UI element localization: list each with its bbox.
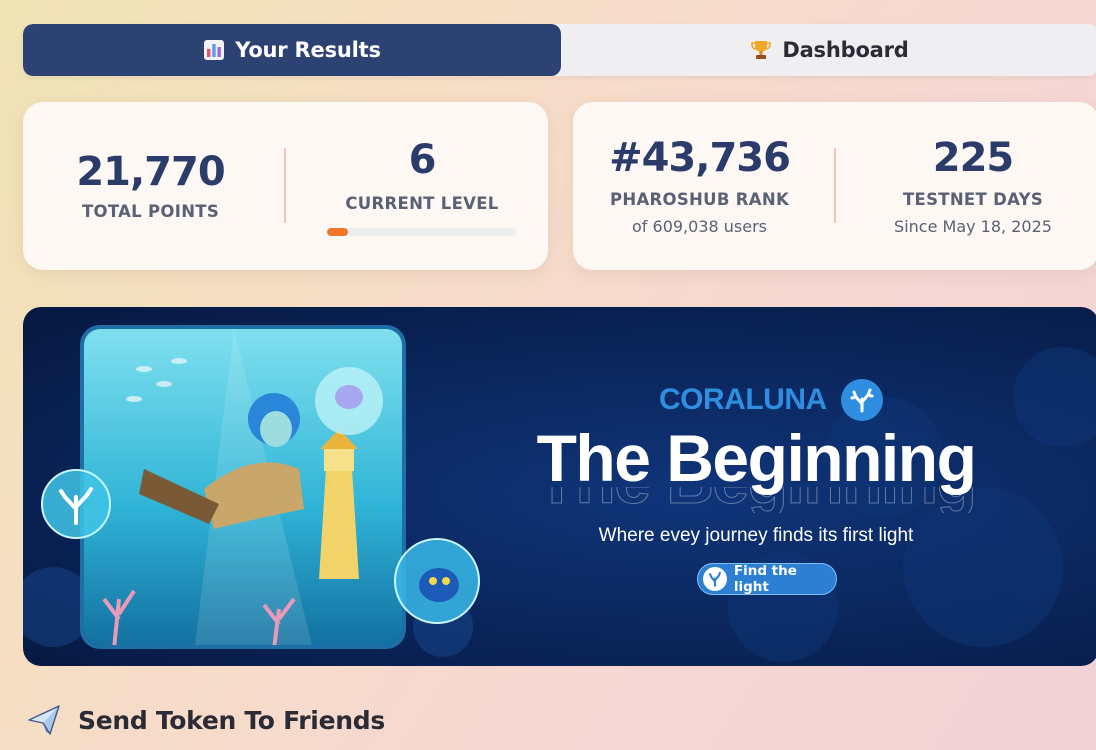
banner-tagline: Where evey journey finds its first light [598, 525, 914, 546]
coraluna-brand: CORALUNA [659, 379, 883, 421]
total-points-stat: 21,770 TOTAL POINTS [63, 152, 238, 221]
promo-banner[interactable]: CORALUNA The Beginning The Beginning Whe… [23, 307, 1096, 666]
tab-dashboard[interactable]: Dashboard [561, 24, 1096, 76]
rank-sub: of 609,038 users [632, 217, 767, 236]
rank-value: #43,736 [609, 135, 791, 181]
paper-plane-icon [28, 705, 60, 735]
brand-name: CORALUNA [659, 383, 827, 416]
send-token-section-header: Send Token To Friends [26, 702, 385, 738]
results-tab-bar: Your Results Dashboard [23, 24, 1096, 76]
coral-icon [703, 567, 727, 591]
level-progress-fill [327, 228, 348, 236]
points-level-card: 21,770 TOTAL POINTS 6 CURRENT LEVEL [23, 102, 548, 270]
card-divider [834, 148, 836, 223]
current-level-value: 6 [408, 137, 437, 183]
section-title: Send Token To Friends [78, 705, 385, 735]
level-progress-bar [327, 228, 517, 236]
rank-stat: #43,736 PHAROSHUB RANK of 609,038 users [593, 138, 806, 236]
rank-days-card: #43,736 PHAROSHUB RANK of 609,038 users … [573, 102, 1096, 270]
banner-headline: The Beginning [536, 421, 977, 495]
testnet-days-stat: 225 TESTNET DAYS Since May 18, 2025 [863, 138, 1083, 236]
tab-dashboard-label: Dashboard [782, 38, 909, 62]
tab-your-results[interactable]: Your Results [23, 24, 561, 76]
coral-bubble-icon [41, 469, 111, 539]
testnet-days-label: TESTNET DAYS [902, 190, 1044, 209]
testnet-days-value: 225 [932, 135, 1015, 181]
testnet-days-sub: Since May 18, 2025 [894, 217, 1052, 236]
total-points-label: TOTAL POINTS [81, 202, 220, 221]
rank-label: PHAROSHUB RANK [609, 190, 790, 209]
tab-your-results-label: Your Results [235, 38, 381, 62]
current-level-label: CURRENT LEVEL [345, 194, 499, 213]
total-points-value: 21,770 [76, 149, 225, 195]
underwater-illustration [80, 325, 406, 649]
current-level-stat: 6 CURRENT LEVEL [327, 140, 517, 213]
card-divider [284, 148, 286, 223]
find-the-light-label: Find the light [733, 563, 797, 595]
coral-logo-icon [840, 379, 883, 421]
trophy-icon [751, 41, 772, 59]
find-the-light-button[interactable]: Find the light [697, 563, 837, 595]
bar-chart-icon [204, 40, 225, 60]
octopus-bubble-icon [394, 538, 480, 624]
